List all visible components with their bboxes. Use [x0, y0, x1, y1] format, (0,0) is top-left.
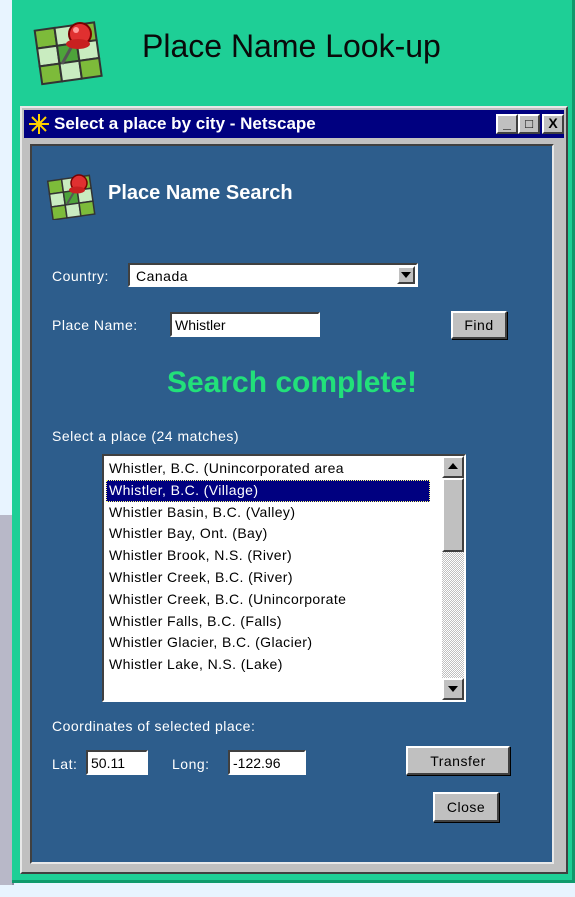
list-item[interactable]: Whistler Brook, N.S. (River): [106, 545, 430, 567]
list-item[interactable]: Whistler Creek, B.C. (River): [106, 567, 430, 589]
list-item[interactable]: Whistler Glacier, B.C. (Glacier): [106, 632, 430, 654]
transfer-button[interactable]: Transfer: [406, 746, 510, 775]
list-item[interactable]: Whistler, B.C. (Village): [106, 479, 430, 502]
app-title: Place Name Look-up: [142, 28, 441, 64]
place-name-label: Place Name:: [52, 317, 138, 333]
coords-label: Coordinates of selected place:: [52, 718, 256, 734]
search-status: Search complete!: [166, 366, 418, 399]
close-window-button[interactable]: X: [542, 114, 564, 134]
results-list: Whistler, B.C. (Unincorporated area Whist…: [106, 458, 430, 676]
results-scrollbar[interactable]: [442, 456, 464, 700]
search-title: Place Name Search: [108, 182, 293, 204]
long-label: Long:: [172, 756, 210, 772]
list-item[interactable]: Whistler Lake, N.S. (Lake): [106, 654, 430, 676]
country-select-value: Canada: [136, 268, 189, 284]
list-item[interactable]: Whistler Creek, B.C. (Unincorporate: [106, 589, 430, 611]
close-icon: X: [548, 115, 558, 131]
scroll-up-button[interactable]: [442, 456, 464, 478]
map-pin-logo-icon: [33, 21, 103, 86]
search-content: Place Name Search Country: Canada Place …: [30, 144, 554, 864]
list-item[interactable]: Whistler, B.C. (Unincorporated area: [106, 458, 430, 480]
results-label: Select a place (24 matches): [52, 428, 240, 444]
netscape-window: Select a place by city - Netscape _ □ X: [20, 106, 568, 874]
window-titlebar[interactable]: Select a place by city - Netscape _ □ X: [24, 110, 564, 138]
find-button[interactable]: Find: [451, 311, 507, 339]
scroll-thumb[interactable]: [442, 478, 464, 552]
long-input[interactable]: [228, 750, 306, 775]
list-item[interactable]: Whistler Falls, B.C. (Falls): [106, 611, 430, 633]
place-name-input[interactable]: [170, 312, 320, 337]
lookup-panel: Place Name Look-up Select a place by cit…: [12, 0, 575, 883]
lat-input[interactable]: [86, 750, 148, 775]
minimize-button[interactable]: _: [496, 114, 518, 134]
window-title: Select a place by city - Netscape: [54, 114, 316, 133]
maximize-icon: □: [525, 116, 533, 131]
maximize-button[interactable]: □: [518, 114, 540, 134]
results-listbox[interactable]: Whistler, B.C. (Unincorporated area Whist…: [102, 454, 466, 702]
map-pin-icon: [46, 174, 96, 220]
country-label: Country:: [52, 268, 109, 284]
netscape-icon: [28, 113, 50, 135]
arrow-down-icon: [448, 686, 458, 692]
lat-label: Lat:: [52, 756, 78, 772]
minimize-icon: _: [503, 115, 511, 131]
list-item[interactable]: Whistler Basin, B.C. (Valley): [106, 502, 430, 524]
close-button[interactable]: Close: [433, 792, 499, 822]
list-item[interactable]: Whistler Bay, Ont. (Bay): [106, 523, 430, 545]
chevron-down-icon[interactable]: [397, 266, 415, 284]
country-select[interactable]: Canada: [128, 263, 418, 287]
scroll-down-button[interactable]: [442, 678, 464, 700]
arrow-up-icon: [448, 463, 458, 469]
